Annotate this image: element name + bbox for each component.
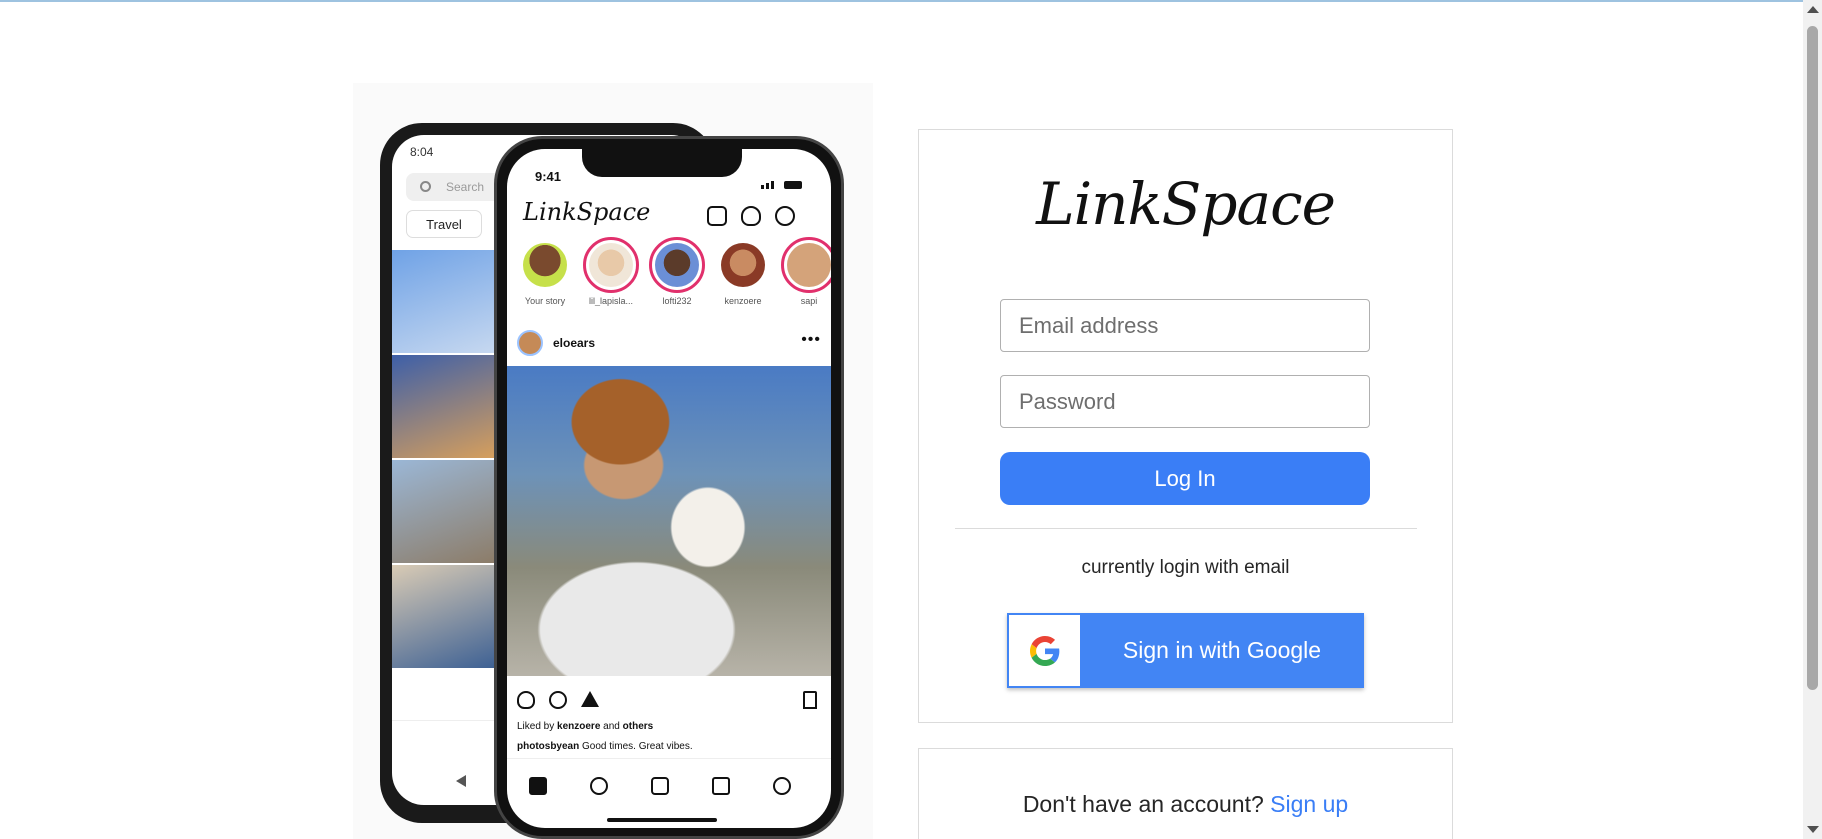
- window-top-border: [0, 0, 1822, 2]
- messenger-icon: [775, 206, 795, 226]
- story-item: lofti232: [649, 237, 705, 306]
- password-field[interactable]: [1000, 375, 1370, 428]
- story-item: kenzoere: [715, 237, 771, 306]
- search-icon: [420, 181, 431, 192]
- login-method-note: currently login with email: [1081, 557, 1290, 578]
- post-caption: photosbyean Good times. Great vibes.: [517, 741, 693, 752]
- story-name: lil_lapisla...: [588, 296, 634, 306]
- post-header: eloears •••: [517, 327, 827, 359]
- front-phone-nav: [507, 758, 831, 828]
- status-bar-icons: [761, 171, 811, 189]
- vertical-scrollbar[interactable]: [1803, 0, 1822, 839]
- app-logo: LinkSpace: [523, 198, 651, 226]
- post-username: eloears: [553, 336, 596, 350]
- scroll-down-icon[interactable]: [1807, 826, 1819, 833]
- email-field[interactable]: [1000, 299, 1370, 352]
- back-phone-chip: Travel: [406, 210, 482, 238]
- post-actions: [517, 689, 817, 713]
- brand-logo: LinkSpace: [1036, 170, 1336, 238]
- google-icon: [1030, 636, 1060, 666]
- google-logo-box: [1009, 615, 1080, 686]
- bookmark-icon: [803, 691, 817, 709]
- phones-illustration: 8:04 Search Travel 9:41 LinkSpace Your s…: [353, 83, 873, 839]
- back-phone-search-placeholder: Search: [446, 180, 485, 194]
- story-item: sapi: [781, 237, 831, 306]
- phone-notch: [582, 149, 742, 177]
- profile-icon: [773, 777, 791, 795]
- story-name: sapi: [800, 296, 818, 306]
- liked-by-and: and: [600, 721, 623, 732]
- shop-icon: [712, 777, 730, 795]
- liked-by-user: kenzoere: [557, 721, 601, 732]
- front-phone: 9:41 LinkSpace Your story lil_lapisla...: [494, 136, 844, 839]
- login-button[interactable]: Log In: [1000, 452, 1370, 505]
- share-icon: [581, 691, 599, 707]
- signup-prompt: Don't have an account? Sign up: [919, 791, 1452, 818]
- scroll-up-icon[interactable]: [1807, 6, 1819, 13]
- story-name: Your story: [524, 296, 566, 306]
- explore-tile: [392, 565, 502, 668]
- signup-link[interactable]: Sign up: [1270, 791, 1348, 817]
- back-arrow-icon: [456, 775, 466, 787]
- explore-grid: [392, 250, 502, 670]
- caption-text: Good times. Great vibes.: [579, 741, 693, 752]
- reels-icon: [651, 777, 669, 795]
- google-signin-button[interactable]: Sign in with Google: [1007, 613, 1364, 688]
- scrollbar-thumb[interactable]: [1807, 26, 1818, 690]
- story-name: lofti232: [662, 296, 692, 306]
- login-card: LinkSpace Log In currently login with em…: [918, 129, 1453, 723]
- post-image: [507, 366, 831, 676]
- front-phone-time: 9:41: [535, 169, 562, 184]
- liked-by-prefix: Liked by: [517, 721, 558, 732]
- heart-icon: [741, 206, 761, 226]
- more-options-icon: •••: [801, 331, 821, 348]
- comment-icon: [549, 691, 567, 709]
- stories-row: Your story lil_lapisla... lofti232 kenzo…: [517, 237, 831, 307]
- post-liked-by: Liked by kenzoere and others: [517, 721, 653, 732]
- google-signin-label: Sign in with Google: [1122, 637, 1322, 663]
- like-icon: [517, 691, 535, 709]
- add-post-icon: [707, 206, 727, 226]
- caption-user: photosbyean: [517, 741, 580, 752]
- story-item: lil_lapisla...: [583, 237, 639, 306]
- liked-by-others: others: [622, 721, 654, 732]
- back-phone-time: 8:04: [410, 145, 434, 159]
- explore-tile: [392, 460, 502, 563]
- divider: [955, 528, 1417, 529]
- home-icon: [529, 777, 547, 795]
- search-icon: [590, 777, 608, 795]
- signup-prompt-text: Don't have an account?: [1022, 791, 1271, 817]
- explore-tile: [392, 250, 502, 353]
- front-phone-screen: 9:41 LinkSpace Your story lil_lapisla...: [507, 149, 831, 828]
- home-indicator: [607, 818, 717, 822]
- signup-card: Don't have an account? Sign up: [918, 748, 1453, 839]
- story-item: Your story: [517, 237, 573, 306]
- avatar: [517, 330, 543, 356]
- explore-tile: [392, 355, 502, 458]
- story-name: kenzoere: [724, 296, 762, 306]
